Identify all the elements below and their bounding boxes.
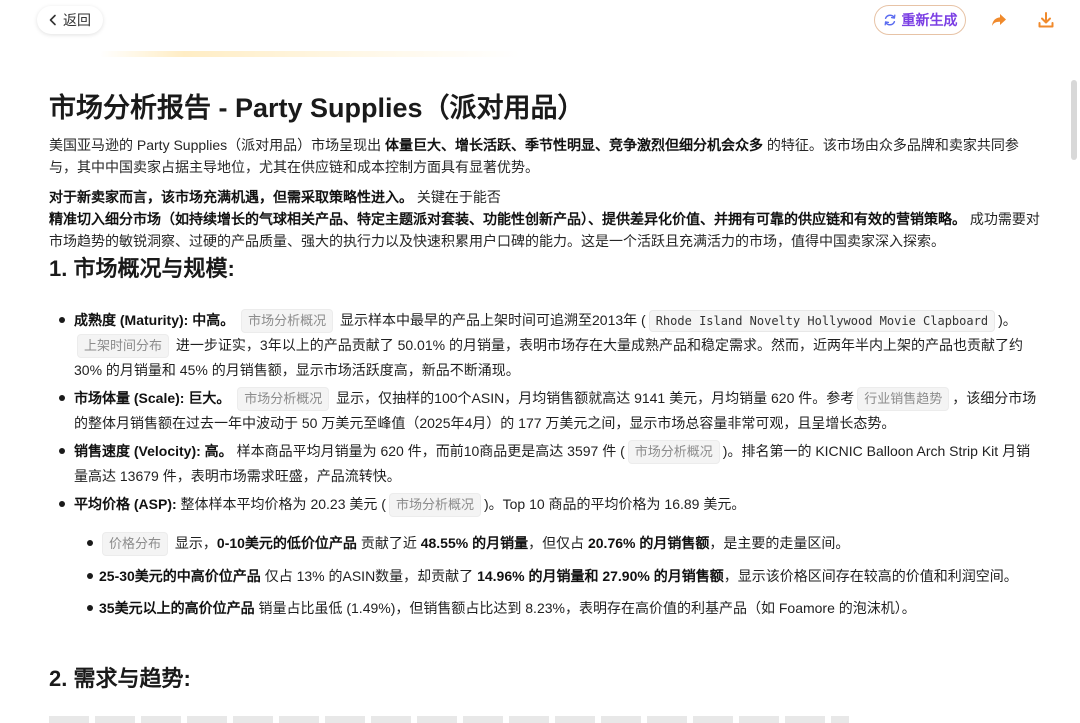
reference-chip[interactable]: 价格分布 (102, 532, 169, 556)
item-label: 平均价格 (ASP): (74, 496, 177, 512)
item-label: 市场体量 (Scale): 巨大。 (74, 390, 231, 406)
price-distribution-list: 价格分布 显示，0-10美元的低价位产品 贡献了近 48.55% 的月销量，但仅… (74, 531, 1044, 620)
truncated-next-line (49, 716, 849, 723)
list-item-asp: 平均价格 (ASP): 整体样本平均价格为 20.23 美元 (市场分析概况)。… (49, 492, 1044, 620)
list-item-low-price: 价格分布 显示，0-10美元的低价位产品 贡献了近 48.55% 的月销量，但仅… (49, 531, 1044, 556)
summary-text-1: 关键在于能否 (413, 189, 501, 205)
reference-chip[interactable]: 市场分析概况 (237, 387, 330, 411)
regenerate-button[interactable]: 重新生成 (874, 5, 966, 35)
item-text: 仅占 13% 的ASIN数量，却贡献了 (260, 568, 478, 584)
item-label: 成熟度 (Maturity): 中高。 (74, 312, 235, 328)
summary-paragraph: 对于新卖家而言，该市场充满机遇，但需采取策略性进入。 关键在于能否 精准切入细分… (49, 186, 1044, 252)
report-title: 市场分析报告 - Party Supplies（派对用品） (49, 93, 585, 123)
item-bold: 35美元以上的高价位产品 (99, 600, 255, 616)
section-title-market-overview: 1. 市场概况与规模: (49, 256, 235, 281)
item-text: 显示，仅抽样的100个ASIN，月均销售额就高达 9141 美元，月均销量 62… (332, 390, 855, 406)
item-text: ，显示该价格区间存在较高的价值和利润空间。 (723, 568, 1018, 584)
intro-text: 美国亚马逊的 Party Supplies（派对用品）市场呈现出 (49, 137, 386, 153)
list-item-velocity: 销售速度 (Velocity): 高。 样本商品平均月销量为 620 件，而前1… (49, 439, 1044, 488)
list-item-mid-price: 25-30美元的中高价位产品 仅占 13% 的ASIN数量，却贡献了 14.96… (49, 564, 1044, 588)
item-text: 样本商品平均月销量为 620 件，而前10商品更是高达 3597 件 ( (232, 443, 625, 459)
market-overview-list: 成熟度 (Maturity): 中高。 市场分析概况 显示样本中最早的产品上架时… (49, 308, 1044, 620)
intro-paragraph: 美国亚马逊的 Party Supplies（派对用品）市场呈现出 体量巨大、增长… (49, 134, 1044, 178)
download-button[interactable] (1036, 10, 1056, 30)
reference-chip[interactable]: 市场分析概况 (388, 493, 481, 517)
decorative-highlight (100, 51, 520, 57)
back-button[interactable]: 返回 (37, 6, 103, 34)
item-text: 进一步证实，3年以上的产品贡献了 50.01% 的月销量，表明市场存在大量成熟产… (74, 337, 1023, 378)
summary-bold-2: 精准切入细分市场（如持续增长的气球相关产品、特定主题派对套装、功能性创新产品）、… (49, 211, 966, 227)
summary-bold-1: 对于新卖家而言，该市场充满机遇，但需采取策略性进入。 (49, 189, 413, 205)
reference-chip[interactable]: 行业销售趋势 (857, 387, 950, 411)
item-text: 显示， (171, 535, 217, 551)
share-button[interactable] (989, 10, 1009, 30)
chevron-left-icon (49, 14, 56, 26)
item-bold: 20.76% 的月销售额 (587, 535, 710, 551)
reference-chip[interactable]: 上架时间分布 (77, 334, 170, 358)
item-text: 销量占比虽低 (1.49%)，但销售额占比达到 8.23%，表明存在高价值的利基… (254, 600, 916, 616)
item-text: )。Top 10 商品的平均价格为 16.89 美元。 (483, 496, 746, 512)
item-bold: 14.96% 的月销量和 27.90% 的月销售额 (477, 568, 724, 584)
item-text: 整体样本平均价格为 20.23 美元 ( (176, 496, 386, 512)
download-icon (1038, 12, 1054, 28)
item-text: ，但仅占 (528, 535, 588, 551)
reference-chip[interactable]: 市场分析概况 (241, 309, 334, 333)
item-bold: 0-10美元的低价位产品 (216, 535, 357, 551)
list-item-high-price: 35美元以上的高价位产品 销量占比虽低 (1.49%)，但销售额占比达到 8.2… (49, 596, 1044, 620)
regenerate-label: 重新生成 (901, 12, 958, 28)
item-bold: 25-30美元的中高价位产品 (99, 568, 261, 584)
item-text: 显示样本中最早的产品上架时间可追溯至2013年 ( (336, 312, 646, 328)
item-text: ，是主要的走量区间。 (709, 535, 850, 551)
refresh-icon (884, 14, 895, 26)
item-bold: 48.55% 的月销量 (420, 535, 529, 551)
section-title-demand-trends: 2. 需求与趋势: (49, 666, 191, 691)
list-item-maturity: 成熟度 (Maturity): 中高。 市场分析概况 显示样本中最早的产品上架时… (49, 308, 1044, 382)
item-text: )。 (998, 312, 1017, 328)
back-label: 返回 (63, 12, 91, 28)
share-icon (992, 14, 1006, 26)
report-content: 市场分析报告 - Party Supplies（派对用品） 美国亚马逊的 Par… (49, 88, 1044, 691)
scrollbar-track[interactable] (1068, 70, 1078, 723)
top-bar: 返回 重新生成 (0, 0, 1080, 48)
scrollbar-thumb[interactable] (1071, 80, 1077, 160)
inline-code: Rhode Island Novelty Hollywood Movie Cla… (648, 310, 996, 332)
intro-highlight: 体量巨大、增长活跃、季节性明显、竞争激烈但细分机会众多 (385, 137, 764, 153)
item-label: 销售速度 (Velocity): 高。 (74, 443, 233, 459)
item-text: 贡献了近 (356, 535, 421, 551)
list-item-scale: 市场体量 (Scale): 巨大。 市场分析概况 显示，仅抽样的100个ASIN… (49, 386, 1044, 435)
reference-chip[interactable]: 市场分析概况 (627, 440, 720, 464)
